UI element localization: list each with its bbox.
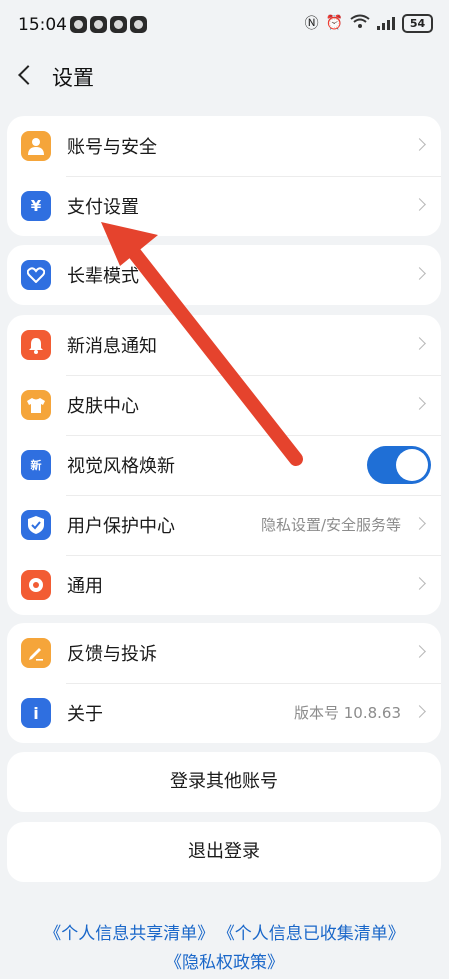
settings-item-about[interactable]: i 关于 版本号 10.8.63 (7, 683, 441, 743)
notification-app-icon (130, 16, 147, 33)
nfc-icon: Ⓝ (304, 16, 319, 32)
gear-icon (21, 570, 51, 600)
chevron-right-icon (413, 138, 426, 151)
settings-item-user-protection[interactable]: 用户保护中心 隐私设置/安全服务等 (7, 495, 441, 555)
status-bar: 15:04 Ⓝ ⏰ 54 (0, 0, 449, 50)
settings-item-label: 长辈模式 (67, 266, 139, 287)
settings-item-label: 反馈与投诉 (67, 644, 157, 665)
settings-group-account: 账号与安全 ¥ 支付设置 (7, 116, 441, 236)
settings-item-payment[interactable]: ¥ 支付设置 (7, 176, 441, 236)
logout-button[interactable]: 退出登录 (7, 822, 441, 882)
settings-group-about: 反馈与投诉 i 关于 版本号 10.8.63 (7, 623, 441, 743)
notification-app-icon (70, 16, 87, 33)
heart-icon (21, 260, 51, 290)
switch-account-button[interactable]: 登录其他账号 (7, 752, 441, 812)
settings-item-value: 隐私设置/安全服务等 (260, 516, 401, 534)
page-title: 设置 (52, 66, 94, 90)
collected-list-link[interactable]: 《个人信息已收集清单》 (226, 924, 405, 944)
settings-item-visual-style[interactable]: 新 视觉风格焕新 (7, 435, 441, 495)
status-icons: Ⓝ ⏰ 54 (305, 13, 433, 33)
shared-list-link[interactable]: 《个人信息共享清单》 (44, 924, 214, 944)
settings-item-label: 账号与安全 (67, 137, 157, 158)
settings-item-label: 用户保护中心 (67, 516, 175, 537)
chevron-right-icon (413, 397, 426, 410)
footer-links-row: 《隐私权政策》 (0, 948, 449, 973)
yen-icon: ¥ (21, 191, 51, 221)
signal-icon (377, 16, 395, 30)
status-time: 15:04 (18, 15, 67, 35)
pencil-icon (21, 638, 51, 668)
settings-item-label: 新消息通知 (67, 336, 157, 357)
settings-group-general: 新消息通知 皮肤中心 新 视觉风格焕新 用户保护中心 隐私设置/安全服务等 通用 (7, 315, 441, 615)
header: 设置 (0, 50, 449, 102)
shirt-icon (21, 390, 51, 420)
settings-item-general[interactable]: 通用 (7, 555, 441, 615)
info-icon: i (21, 698, 51, 728)
wifi-icon (350, 14, 370, 32)
back-button[interactable] (12, 60, 40, 90)
settings-item-account-security[interactable]: 账号与安全 (7, 116, 441, 176)
settings-item-label: 通用 (67, 576, 103, 597)
visual-style-toggle[interactable] (367, 446, 431, 484)
user-icon (21, 131, 51, 161)
shield-icon (21, 510, 51, 540)
chevron-right-icon (413, 517, 426, 530)
settings-item-label: 皮肤中心 (67, 396, 139, 417)
settings-item-feedback[interactable]: 反馈与投诉 (7, 623, 441, 683)
settings-item-label: 支付设置 (67, 197, 139, 218)
chevron-right-icon (413, 577, 426, 590)
alarm-icon: ⏰ (325, 15, 343, 31)
style-icon-badge: 新 (30, 459, 42, 472)
chevron-right-icon (413, 337, 426, 350)
privacy-policy-link[interactable]: 《隐私权政策》 (165, 953, 284, 973)
style-icon: 新 (21, 450, 51, 480)
chevron-right-icon (413, 645, 426, 658)
notification-app-icon (110, 16, 127, 33)
chevron-right-icon (413, 267, 426, 280)
battery-indicator: 54 (402, 13, 433, 33)
chevron-right-icon (413, 705, 426, 718)
settings-item-label: 关于 (67, 704, 103, 725)
settings-item-elder-mode[interactable]: 长辈模式 (7, 245, 441, 305)
footer-links-row: 《个人信息共享清单》 《个人信息已收集清单》 (0, 919, 449, 944)
settings-group-elder: 长辈模式 (7, 245, 441, 305)
settings-item-label: 视觉风格焕新 (67, 456, 175, 477)
settings-item-notifications[interactable]: 新消息通知 (7, 315, 441, 375)
bell-icon (21, 330, 51, 360)
settings-item-skin-center[interactable]: 皮肤中心 (7, 375, 441, 435)
chevron-right-icon (413, 198, 426, 211)
settings-item-value: 版本号 10.8.63 (293, 704, 401, 722)
notification-app-icon (90, 16, 107, 33)
